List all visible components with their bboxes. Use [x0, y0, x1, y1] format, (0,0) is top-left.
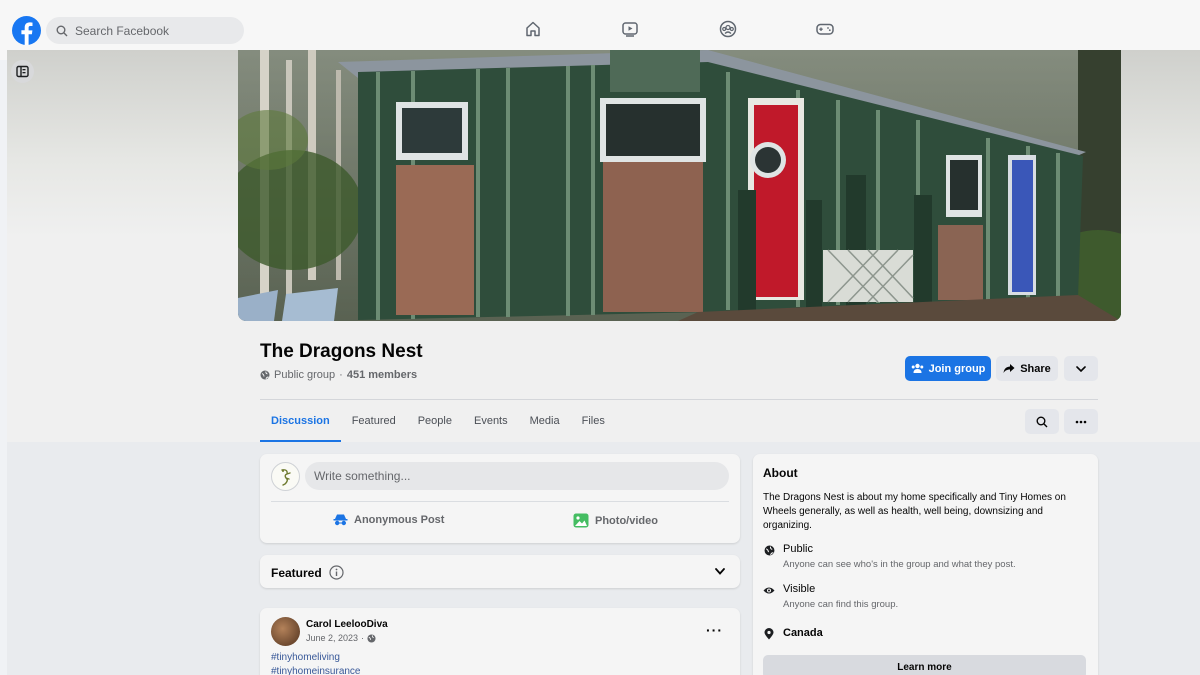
people-icon	[911, 363, 923, 373]
info-icon[interactable]	[329, 565, 344, 580]
post-meta: June 2, 2023 ·	[306, 633, 376, 643]
home-icon[interactable]	[522, 18, 544, 40]
post-date[interactable]: June 2, 2023	[306, 633, 358, 643]
group-privacy: Public group	[274, 369, 336, 381]
post-hashtag[interactable]: #tinyhomeinsurance	[271, 666, 361, 675]
search-icon	[1036, 416, 1048, 427]
search-icon	[56, 25, 68, 36]
anonymous-post-button[interactable]: Anonymous Post	[333, 513, 444, 526]
groups-icon[interactable]	[717, 18, 739, 40]
public-title: Public	[783, 543, 813, 555]
tab-featured[interactable]: Featured	[341, 400, 407, 442]
group-options-button[interactable]	[1064, 356, 1098, 381]
public-subtitle: Anyone can see who's in the group and wh…	[783, 559, 1016, 570]
user-avatar[interactable]	[271, 462, 300, 491]
share-label: Share	[1020, 362, 1051, 375]
group-meta: Public group · 451 members	[260, 369, 417, 381]
featured-header: Featured	[271, 565, 344, 580]
group-title: The Dragons Nest	[260, 341, 423, 362]
globe-icon	[260, 370, 270, 380]
meta-separator: ·	[339, 369, 343, 381]
more-options-button[interactable]	[1064, 409, 1098, 434]
group-cover-photo[interactable]	[238, 50, 1121, 321]
globe-icon	[763, 544, 775, 556]
about-public: Public Anyone can see who's in the group…	[763, 543, 1016, 570]
feed-post: Carol LeelooDiva June 2, 2023 · ··· #tin…	[260, 608, 740, 675]
about-description: The Dragons Nest is about my home specif…	[763, 492, 1066, 531]
about-location: Canada	[763, 627, 823, 640]
photo-video-label: Photo/video	[595, 514, 658, 527]
learn-more-button[interactable]: Learn more	[763, 655, 1086, 675]
location-label: Canada	[783, 627, 823, 639]
photo-video-button[interactable]: Photo/video	[573, 513, 658, 528]
post-author-avatar[interactable]	[271, 617, 300, 646]
facebook-logo-icon[interactable]	[12, 16, 41, 45]
search-input[interactable]: Search Facebook	[46, 17, 244, 44]
search-placeholder: Search Facebook	[75, 23, 170, 38]
incognito-icon	[333, 514, 348, 526]
visible-title: Visible	[783, 583, 816, 595]
about-card: About The Dragons Nest is about my home …	[753, 454, 1098, 675]
tab-media[interactable]: Media	[519, 400, 571, 442]
search-group-button[interactable]	[1025, 409, 1059, 434]
post-composer: Write something... Anonymous Post Photo/…	[260, 454, 740, 543]
write-something-input[interactable]: Write something...	[305, 462, 729, 490]
share-button[interactable]: Share	[996, 356, 1058, 381]
chevron-down-icon[interactable]	[715, 568, 725, 575]
visible-subtitle: Anyone can find this group.	[783, 599, 899, 610]
eye-icon	[763, 584, 775, 596]
featured-label: Featured	[271, 565, 322, 580]
share-arrow-icon	[1003, 364, 1015, 373]
gaming-icon[interactable]	[814, 18, 836, 40]
join-group-button[interactable]: Join group	[905, 356, 991, 381]
tab-people[interactable]: People	[407, 400, 463, 442]
group-tabs: Discussion Featured People Events Media …	[260, 400, 616, 442]
tab-events[interactable]: Events	[463, 400, 519, 442]
member-count[interactable]: 451 members	[347, 369, 417, 381]
join-group-label: Join group	[928, 362, 986, 375]
dragon-logo-icon	[280, 468, 291, 486]
tab-files[interactable]: Files	[571, 400, 616, 442]
post-options-icon[interactable]: ···	[706, 622, 723, 638]
sidebar-toggle-icon[interactable]	[11, 60, 34, 83]
post-hashtag[interactable]: #tinyhomeliving	[271, 652, 340, 663]
photo-icon	[573, 513, 589, 528]
watch-icon[interactable]	[619, 18, 641, 40]
about-title: About	[763, 466, 798, 480]
anonymous-post-label: Anonymous Post	[354, 513, 445, 526]
post-author-name[interactable]: Carol LeelooDiva	[306, 619, 388, 630]
chevron-down-icon	[1076, 365, 1086, 372]
about-visible: Visible Anyone can find this group.	[763, 583, 898, 610]
globe-icon	[367, 633, 376, 643]
featured-section[interactable]: Featured	[260, 555, 740, 588]
post-date-separator: ·	[361, 633, 365, 643]
composer-divider	[271, 501, 729, 502]
more-dots-icon	[1075, 420, 1087, 423]
location-pin-icon	[763, 628, 775, 640]
tab-discussion[interactable]: Discussion	[260, 400, 341, 442]
